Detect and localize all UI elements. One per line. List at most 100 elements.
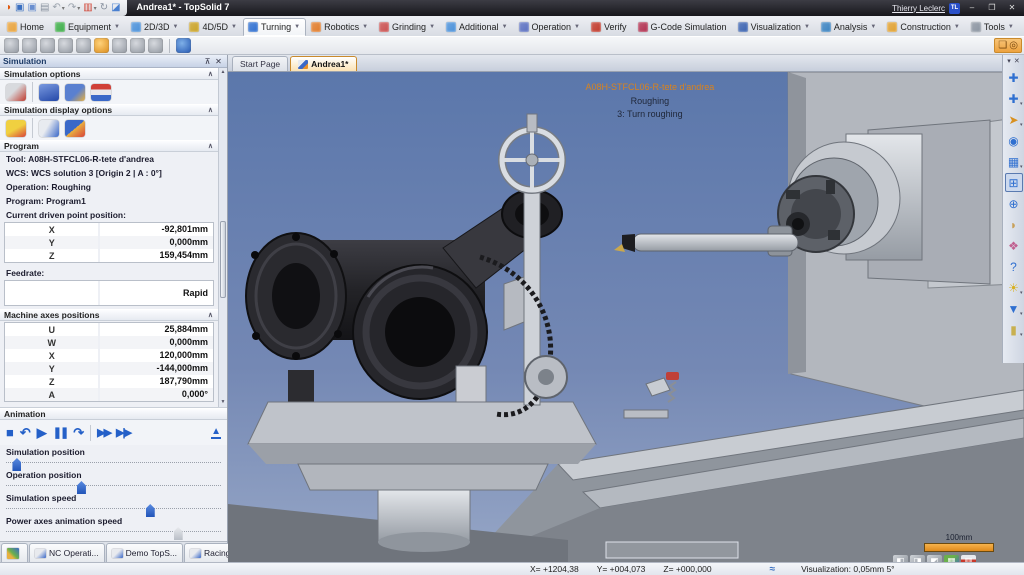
light-icon[interactable]: ☀▾ — [1005, 278, 1023, 297]
ribbon-tab-grinding[interactable]: Grinding ▼ — [374, 18, 441, 36]
play-button[interactable]: ▶ — [37, 425, 47, 441]
topsolid-logo[interactable]: ◗ — [6, 2, 12, 14]
simulation-mode-icon[interactable] — [6, 84, 26, 101]
collapse-icon[interactable]: ∧ — [208, 106, 213, 114]
ribbon-tab-verify[interactable]: Verify ▼ — [586, 18, 633, 36]
pie-analysis-icon[interactable] — [65, 120, 85, 137]
ribbon-tab-construction[interactable]: Construction ▼ — [882, 18, 965, 36]
skip-forward-button[interactable]: ▶|▶ — [116, 425, 130, 441]
ribbon-tab-equipment[interactable]: Equipment ▼ — [50, 18, 126, 36]
panel-tab-workspace[interactable] — [1, 543, 28, 562]
user-link[interactable]: Thierry Leclerc — [892, 4, 945, 13]
document-tab-andrea1-[interactable]: Andrea1* — [290, 56, 356, 71]
toolbox-icon[interactable]: ▥ — [83, 2, 92, 14]
turning-document-icon[interactable] — [176, 38, 191, 53]
collapse-icon[interactable]: ∧ — [208, 142, 213, 150]
chevron-down-icon[interactable]: ▼ — [804, 24, 810, 30]
chevron-down-icon[interactable]: ▼ — [173, 24, 179, 30]
chuck-part-icon[interactable] — [76, 38, 91, 53]
section-view-icon[interactable]: ◗▾ — [1005, 215, 1023, 234]
ribbon-tab-4d-5d[interactable]: 4D/5D ▼ — [184, 18, 242, 36]
panel-scrollbar[interactable]: ▲ ▼ — [218, 68, 227, 407]
flashlight-icon[interactable]: ➤▾ — [1005, 110, 1023, 129]
scroll-down-icon[interactable]: ▼ — [219, 398, 227, 407]
view-iso-wire-icon[interactable]: ◩ — [927, 555, 942, 562]
ribbon-tab-tools[interactable]: Tools ▼ — [966, 18, 1020, 36]
tag-icon[interactable]: ❏ — [998, 40, 1007, 51]
pause-button[interactable]: ❚❚ — [53, 425, 67, 441]
view-layout-icon[interactable]: ▦ — [944, 555, 959, 562]
chevron-down-icon[interactable]: ▾ — [94, 5, 97, 12]
pin-icon[interactable]: ⊼ — [202, 57, 213, 66]
ribbon-tab-home[interactable]: Home ▼ — [2, 18, 50, 36]
bar-stock-icon[interactable] — [4, 38, 19, 53]
zoom-window-icon[interactable]: ⊞▾ — [1005, 173, 1023, 192]
close-button[interactable]: ✕ — [1004, 1, 1020, 15]
chuck-jaws-icon[interactable] — [58, 38, 73, 53]
collapse-icon[interactable]: ∧ — [208, 311, 213, 319]
chevron-down-icon[interactable]: ▼ — [294, 24, 300, 30]
avatar[interactable]: TL — [949, 3, 960, 14]
render-style-icon[interactable]: ❖▾ — [1005, 236, 1023, 255]
dock-arrow-icon[interactable]: ▾ — [1007, 57, 1011, 65]
chevron-down-icon[interactable]: ▼ — [502, 24, 508, 30]
minimize-button[interactable]: – — [964, 1, 980, 15]
sync-icon[interactable]: ↻ — [100, 2, 108, 14]
slider-thumb[interactable] — [146, 504, 155, 517]
options-icon[interactable]: ◪ — [111, 2, 120, 14]
scroll-up-icon[interactable]: ▲ — [219, 68, 227, 77]
chevron-down-icon[interactable]: ▼ — [1008, 24, 1014, 30]
scrollbar-thumb[interactable] — [220, 221, 226, 298]
pan-view-icon[interactable]: ✚▾ — [1005, 89, 1023, 108]
view-iso-back-icon[interactable]: ◧ — [893, 555, 908, 562]
ribbon-tab-2d-3d[interactable]: 2D/3D ▼ — [126, 18, 184, 36]
pan-icon[interactable]: ✚▾ — [1005, 68, 1023, 87]
slider-track[interactable] — [6, 531, 221, 542]
ribbon-tab-robotics[interactable]: Robotics ▼ — [306, 18, 374, 36]
ribbon-tab-analysis[interactable]: Analysis ▼ — [816, 18, 882, 36]
chevron-down-icon[interactable]: ▼ — [231, 24, 237, 30]
fast-forward-button[interactable]: ▶▶ — [97, 425, 110, 441]
save-icon[interactable]: ▣ — [15, 2, 24, 14]
undo-icon[interactable]: ↶ — [52, 2, 60, 14]
slider-thumb[interactable] — [12, 458, 21, 471]
restore-button[interactable]: ❐ — [984, 1, 1000, 15]
ribbon-tab-g-code-simulation[interactable]: G-Code Simulation ▼ — [633, 18, 733, 36]
insert-view-icon[interactable]: ▼▾ — [1005, 299, 1023, 318]
chuck-tool-icon[interactable] — [112, 38, 127, 53]
slider-thumb[interactable] — [77, 481, 86, 494]
axes-display-icon[interactable] — [39, 120, 59, 137]
section-machine-axes[interactable]: Machine axes positions ∧ — [0, 309, 218, 321]
document-tab-start-page[interactable]: Start Page — [232, 56, 288, 71]
chevron-down-icon[interactable]: ▼ — [870, 24, 876, 30]
redo-icon[interactable]: ↷ — [68, 2, 76, 14]
chuck-transfer-icon[interactable] — [148, 38, 163, 53]
3d-scene[interactable]: A08H-STFCL06-R-tete d'andrea Roughing 3:… — [228, 72, 1024, 562]
chevron-down-icon[interactable]: ▼ — [362, 24, 368, 30]
viewport-layout-icon[interactable]: ▦▾ — [1005, 152, 1023, 171]
chuck-front-icon[interactable] — [40, 38, 55, 53]
panel-tab-nc-operati-[interactable]: NC Operati... — [29, 543, 105, 562]
visual-info-icon[interactable]: ?▾ — [1005, 257, 1023, 276]
ribbon-tab-operation[interactable]: Operation ▼ — [514, 18, 586, 36]
section-display-options[interactable]: Simulation display options ∧ — [0, 104, 218, 116]
step-back-button[interactable]: ↶ — [20, 425, 31, 441]
print-icon[interactable]: ▤ — [40, 2, 49, 14]
ribbon-tab-visualization[interactable]: Visualization ▼ — [733, 18, 816, 36]
chevron-down-icon[interactable]: ▼ — [954, 24, 960, 30]
slider-thumb[interactable] — [174, 527, 183, 540]
eject-button[interactable]: ▲ — [211, 426, 221, 439]
chevron-down-icon[interactable]: ▾ — [77, 5, 80, 12]
chevron-down-icon[interactable]: ▼ — [574, 24, 580, 30]
section-simulation-options[interactable]: Simulation options ∧ — [0, 68, 218, 80]
close-icon[interactable]: ✕ — [213, 57, 224, 66]
toolpath-display-icon[interactable] — [6, 120, 26, 137]
panel-tab-demo-tops-[interactable]: Demo TopS... — [106, 543, 183, 562]
section-program[interactable]: Program ∧ — [0, 140, 218, 152]
view-mode-icon[interactable]: ≈ — [770, 564, 776, 575]
collapse-icon[interactable]: ∧ — [208, 70, 213, 78]
section-animation[interactable]: Animation — [0, 408, 227, 420]
view-section-icon[interactable]: ▥ — [961, 555, 976, 562]
search-binoculars-icon[interactable]: ◎ — [1009, 40, 1018, 51]
ribbon-tab-turning[interactable]: Turning ▼ — [243, 18, 306, 36]
